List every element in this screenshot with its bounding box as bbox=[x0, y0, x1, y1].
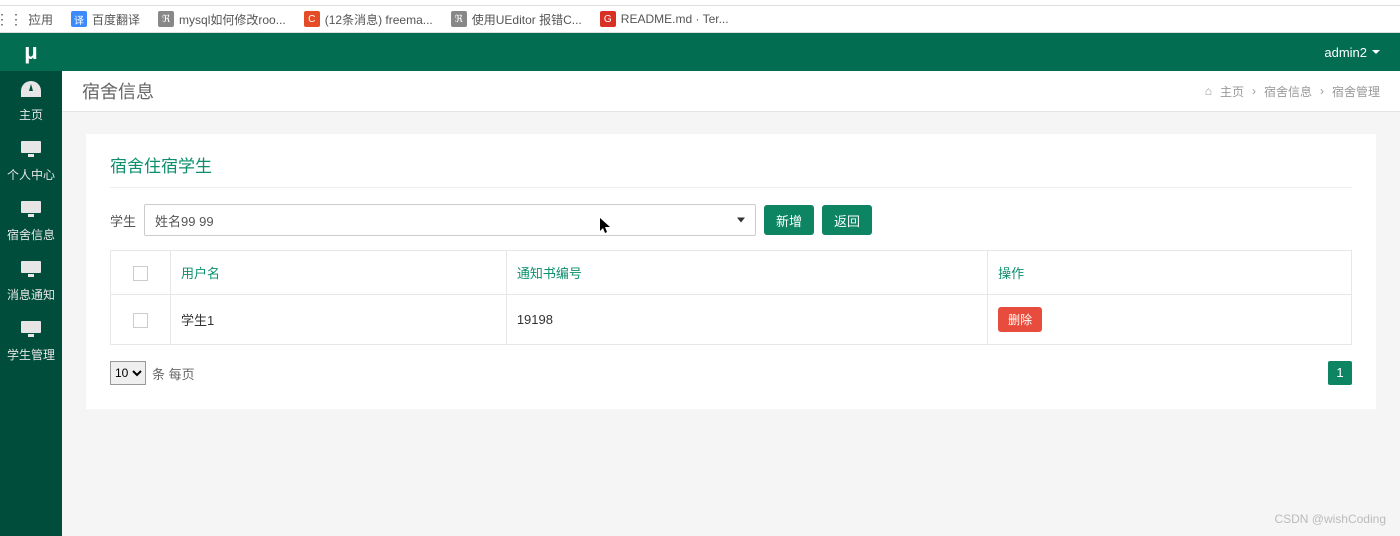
student-select-value: 姓名99 99 bbox=[155, 211, 214, 230]
page-header: 宿舍信息 ⌂ 主页 › 宿舍信息 › 宿舍管理 bbox=[62, 71, 1400, 112]
logo[interactable]: μ bbox=[0, 33, 62, 71]
cell-username: 学生1 bbox=[171, 295, 507, 345]
student-select[interactable]: 姓名99 99 bbox=[144, 204, 756, 236]
bookmark-label: 使用UEditor 报错C... bbox=[472, 11, 582, 28]
apps-icon: ⋮⋮⋮ bbox=[8, 11, 24, 27]
home-icon: ⌂ bbox=[1205, 84, 1212, 98]
pagination: 10 条 每页 1 bbox=[110, 361, 1352, 385]
bookmarks-bar: ⋮⋮⋮ 应用 译 百度翻译 ℜ mysql如何修改roo... C (12条消息… bbox=[0, 6, 1400, 33]
dashboard-icon bbox=[21, 81, 41, 102]
breadcrumb: ⌂ 主页 › 宿舍信息 › 宿舍管理 bbox=[1205, 83, 1380, 100]
bookmark-favicon: 译 bbox=[71, 11, 87, 27]
breadcrumb-home[interactable]: 主页 bbox=[1220, 83, 1244, 100]
sidebar-item-label: 个人中心 bbox=[7, 166, 55, 183]
cell-notice-no: 19198 bbox=[506, 295, 987, 345]
bookmark-label: README.md · Ter... bbox=[621, 12, 729, 26]
sidebar-item-home[interactable]: 主页 bbox=[0, 71, 62, 131]
top-header: admin2 bbox=[62, 33, 1400, 71]
sidebar-item-label: 主页 bbox=[19, 106, 43, 123]
bookmark-label: mysql如何修改roo... bbox=[179, 11, 286, 28]
page-size-select[interactable]: 10 bbox=[110, 361, 146, 385]
user-menu[interactable]: admin2 bbox=[1324, 45, 1380, 60]
bookmark-item[interactable]: C (12条消息) freema... bbox=[304, 11, 433, 28]
sidebar-item-label: 消息通知 bbox=[7, 286, 55, 303]
bookmark-favicon: ℜ bbox=[158, 11, 174, 27]
bookmark-label: (12条消息) freema... bbox=[325, 11, 433, 28]
user-name: admin2 bbox=[1324, 45, 1367, 60]
table-row: 学生1 19198 删除 bbox=[111, 295, 1352, 345]
bookmark-favicon: G bbox=[600, 11, 616, 27]
watermark: CSDN @wishCoding bbox=[1274, 512, 1386, 526]
header-notice-no: 通知书编号 bbox=[506, 251, 987, 295]
bookmark-favicon: ℜ bbox=[451, 11, 467, 27]
bookmark-item[interactable]: 译 百度翻译 bbox=[71, 11, 140, 28]
bookmark-item[interactable]: ℜ mysql如何修改roo... bbox=[158, 11, 286, 28]
sidebar-item-message[interactable]: 消息通知 bbox=[0, 251, 62, 311]
panel-heading: 宿舍住宿学生 bbox=[110, 152, 1352, 188]
header-checkbox-col bbox=[111, 251, 171, 295]
students-table: 用户名 通知书编号 操作 学生1 19198 删除 bbox=[110, 250, 1352, 345]
chevron-down-icon bbox=[737, 218, 745, 223]
chevron-right-icon: › bbox=[1252, 84, 1256, 98]
page-title: 宿舍信息 bbox=[82, 78, 154, 104]
monitor-icon bbox=[21, 141, 41, 162]
page-number-current[interactable]: 1 bbox=[1328, 361, 1352, 385]
bookmark-item[interactable]: ℜ 使用UEditor 报错C... bbox=[451, 11, 582, 28]
sidebar-item-label: 宿舍信息 bbox=[7, 226, 55, 243]
row-checkbox[interactable] bbox=[133, 313, 148, 328]
filter-row: 学生 姓名99 99 新增 返回 bbox=[110, 204, 1352, 236]
chevron-right-icon: › bbox=[1320, 84, 1324, 98]
sidebar-item-student[interactable]: 学生管理 bbox=[0, 311, 62, 371]
bookmark-item[interactable]: G README.md · Ter... bbox=[600, 11, 729, 27]
filter-label: 学生 bbox=[110, 211, 136, 230]
sidebar: μ 主页 个人中心 宿舍信息 消息通知 学生管理 bbox=[0, 33, 62, 536]
browser-toolbar bbox=[0, 0, 1400, 6]
select-all-checkbox[interactable] bbox=[133, 266, 148, 281]
monitor-icon bbox=[21, 321, 41, 342]
add-button[interactable]: 新增 bbox=[764, 205, 814, 235]
apps-label: 应用 bbox=[29, 11, 53, 28]
monitor-icon bbox=[21, 201, 41, 222]
monitor-icon bbox=[21, 261, 41, 282]
chevron-down-icon bbox=[1372, 50, 1380, 54]
sidebar-item-label: 学生管理 bbox=[7, 346, 55, 363]
sidebar-item-dorm[interactable]: 宿舍信息 bbox=[0, 191, 62, 251]
apps-button[interactable]: ⋮⋮⋮ 应用 bbox=[8, 11, 53, 28]
back-button[interactable]: 返回 bbox=[822, 205, 872, 235]
page-size-label: 条 每页 bbox=[152, 364, 195, 383]
breadcrumb-mid[interactable]: 宿舍信息 bbox=[1264, 83, 1312, 100]
header-username: 用户名 bbox=[171, 251, 507, 295]
delete-button[interactable]: 删除 bbox=[998, 307, 1042, 332]
panel: 宿舍住宿学生 学生 姓名99 99 新增 返回 用户名 通知书编号 操作 bbox=[86, 134, 1376, 409]
header-action: 操作 bbox=[988, 251, 1352, 295]
sidebar-item-profile[interactable]: 个人中心 bbox=[0, 131, 62, 191]
logo-icon: μ bbox=[24, 39, 37, 65]
breadcrumb-last: 宿舍管理 bbox=[1332, 83, 1380, 100]
bookmark-favicon: C bbox=[304, 11, 320, 27]
bookmark-label: 百度翻译 bbox=[92, 11, 140, 28]
